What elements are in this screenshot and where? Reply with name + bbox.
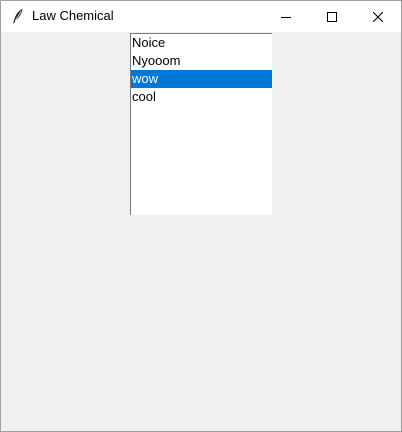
close-icon — [373, 11, 383, 22]
client-area: Noice Nyooom wow cool — [1, 32, 401, 431]
app-window: Law Chemical Noice Nyooom wow cool — [0, 0, 402, 432]
close-button[interactable] — [355, 1, 401, 32]
window-title: Law Chemical — [32, 8, 114, 23]
list-item-wow[interactable]: wow — [131, 70, 272, 88]
minimize-button[interactable] — [263, 1, 309, 32]
list-item-cool[interactable]: cool — [131, 88, 272, 106]
list-item-noice[interactable]: Noice — [131, 34, 272, 52]
list-item-nyooom[interactable]: Nyooom — [131, 52, 272, 70]
minimize-icon — [281, 12, 291, 22]
listbox[interactable]: Noice Nyooom wow cool — [130, 33, 272, 215]
feather-icon — [11, 8, 25, 24]
maximize-button[interactable] — [309, 1, 355, 32]
title-bar[interactable]: Law Chemical — [1, 1, 401, 32]
maximize-icon — [327, 11, 337, 22]
